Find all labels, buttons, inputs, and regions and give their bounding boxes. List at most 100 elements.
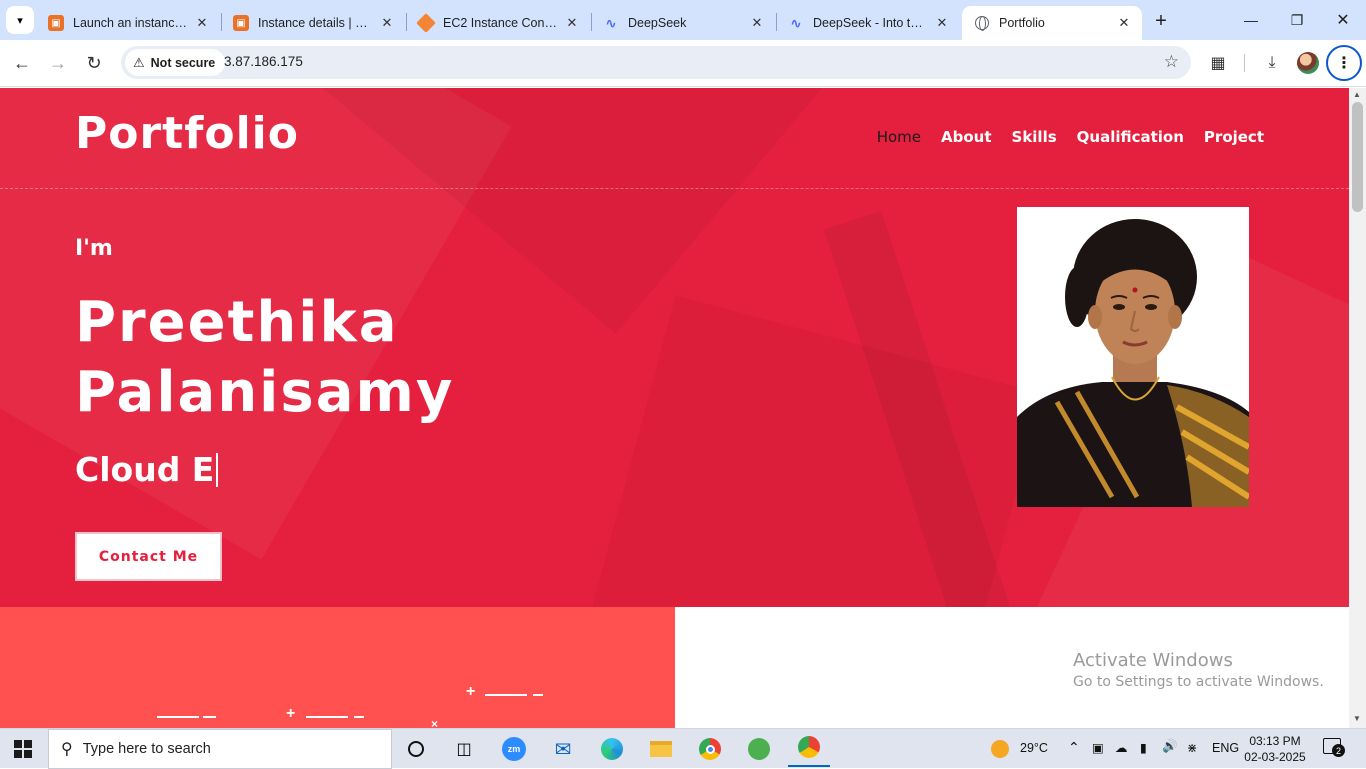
- browser-menu-button[interactable]: ⋮: [1326, 45, 1362, 81]
- nav-project[interactable]: Project: [1204, 128, 1264, 146]
- network-icon[interactable]: ☁: [1115, 740, 1128, 755]
- weather-icon[interactable]: [988, 737, 1012, 761]
- tab-title: DeepSeek - Into the U: [813, 16, 928, 30]
- close-window-button[interactable]: ✕: [1320, 0, 1366, 40]
- chrome-icon[interactable]: [698, 737, 722, 761]
- warning-triangle-icon: ⚠: [133, 54, 145, 70]
- browser-tab-strip: ▾ ▣ Launch an instance | E ✕ ▣ Instance …: [0, 0, 1366, 40]
- tab-title: Portfolio: [999, 16, 1045, 30]
- tab-search-button[interactable]: ▾: [6, 6, 34, 34]
- wifi-icon[interactable]: ⋇: [1187, 740, 1197, 755]
- close-tab-icon[interactable]: ✕: [934, 15, 950, 31]
- typing-cursor: [216, 453, 219, 487]
- forward-button[interactable]: →: [44, 49, 72, 77]
- scrollbar-thumb[interactable]: [1352, 102, 1363, 212]
- tab-ec2-instance-connect[interactable]: EC2 Instance Connect ✕: [406, 6, 590, 40]
- aws-icon: ▣: [48, 15, 64, 31]
- scroll-up-icon[interactable]: ▲: [1353, 90, 1361, 99]
- nav-skills[interactable]: Skills: [1012, 128, 1057, 146]
- page-scrollbar[interactable]: ▲ ▼: [1349, 88, 1366, 728]
- new-tab-button[interactable]: +: [1148, 8, 1174, 34]
- aws-icon: ▣: [233, 15, 249, 31]
- extensions-puzzle-icon[interactable]: ▦: [1206, 51, 1230, 75]
- profile-photo: [1017, 207, 1249, 507]
- tab-instance-details[interactable]: ▣ Instance details | EC2 ✕: [221, 6, 405, 40]
- zoom-app-icon[interactable]: zm: [502, 737, 526, 761]
- meet-now-icon[interactable]: ▣: [1092, 740, 1104, 755]
- site-logo[interactable]: Portfolio: [75, 108, 299, 159]
- download-icon[interactable]: ⤓: [1260, 51, 1284, 75]
- weather-temperature[interactable]: 29°C: [1020, 741, 1048, 755]
- green-app-icon[interactable]: [747, 737, 771, 761]
- notification-count: 2: [1332, 744, 1345, 757]
- tab-title: Launch an instance | E: [73, 16, 188, 30]
- tab-title: Instance details | EC2: [258, 16, 373, 30]
- tab-launch-instance[interactable]: ▣ Launch an instance | E ✕: [36, 6, 220, 40]
- watermark-subtitle: Go to Settings to activate Windows.: [1073, 674, 1324, 690]
- plus-decor-icon: +: [466, 683, 476, 700]
- typed-role: Cloud E: [75, 450, 219, 489]
- address-bar[interactable]: ⚠ Not secure 3.87.186.175 ☆: [121, 46, 1191, 79]
- back-button[interactable]: ←: [8, 49, 36, 77]
- url-text[interactable]: 3.87.186.175: [224, 54, 303, 69]
- tab-deepseek-into-the-unknown[interactable]: ∿ DeepSeek - Into the U ✕: [776, 6, 960, 40]
- cortana-circle-icon[interactable]: [404, 737, 428, 761]
- battery-icon[interactable]: ▮: [1140, 740, 1147, 755]
- contact-me-button[interactable]: Contact Me: [75, 532, 222, 581]
- edge-browser-icon[interactable]: [600, 737, 624, 761]
- nav-qualification[interactable]: Qualification: [1077, 128, 1184, 146]
- close-tab-icon[interactable]: ✕: [749, 15, 765, 31]
- deepseek-whale-icon: ∿: [605, 14, 617, 31]
- chevron-down-icon: ▾: [17, 14, 23, 27]
- clock-date: 02-03-2025: [1244, 750, 1306, 764]
- reload-button[interactable]: ↻: [80, 49, 108, 77]
- reload-icon: ↻: [86, 52, 102, 73]
- intro-text: I'm: [75, 236, 113, 261]
- file-explorer-icon[interactable]: [649, 737, 673, 761]
- security-label: Not secure: [150, 55, 216, 70]
- search-icon: ⚲: [61, 741, 73, 758]
- role-text: Cloud E: [75, 450, 215, 489]
- minimize-button[interactable]: —: [1228, 0, 1274, 40]
- scroll-down-icon[interactable]: ▼: [1353, 714, 1361, 723]
- chevron-up-icon[interactable]: ⌃: [1068, 739, 1080, 756]
- kebab-menu-icon: ⋮: [1336, 55, 1352, 72]
- header-divider: [0, 188, 1349, 189]
- input-language[interactable]: ENG: [1212, 741, 1239, 755]
- volume-icon[interactable]: 🔊: [1162, 739, 1178, 754]
- site-info-chip[interactable]: ⚠ Not secure: [125, 49, 226, 76]
- chrome-profile-active-icon[interactable]: [788, 729, 830, 767]
- globe-icon: [974, 15, 990, 31]
- nav-home[interactable]: Home: [877, 128, 921, 146]
- tab-portfolio[interactable]: Portfolio ✕: [962, 6, 1142, 40]
- profile-avatar[interactable]: [1297, 52, 1319, 74]
- nav-about[interactable]: About: [941, 128, 992, 146]
- restore-button[interactable]: ❐: [1274, 0, 1320, 40]
- page-viewport: Portfolio Home About Skills Qualificatio…: [0, 88, 1349, 728]
- windows-start-icon[interactable]: [14, 740, 32, 758]
- notification-center-icon[interactable]: 2: [1323, 738, 1345, 758]
- x-decor-icon: ×: [431, 717, 439, 728]
- hero-section: Portfolio Home About Skills Qualificatio…: [0, 88, 1349, 607]
- taskbar-clock[interactable]: 03:13 PM 02-03-2025: [1240, 733, 1310, 765]
- ec2-cube-icon: [416, 13, 436, 33]
- taskbar-search[interactable]: ⚲ Type here to search: [48, 729, 392, 769]
- tab-title: DeepSeek: [628, 16, 687, 30]
- plus-decor-icon: +: [286, 705, 296, 722]
- tab-title: EC2 Instance Connect: [443, 16, 558, 30]
- watermark-title: Activate Windows: [1073, 650, 1233, 671]
- close-tab-icon[interactable]: ✕: [1116, 15, 1132, 31]
- main-nav: Home About Skills Qualification Project: [877, 128, 1264, 146]
- task-view-icon[interactable]: ◫: [452, 737, 476, 761]
- bookmark-star-icon[interactable]: ☆: [1164, 52, 1179, 72]
- browser-toolbar: ← → ↻ ⚠ Not secure 3.87.186.175 ☆ ▦ ⤓ ⋮: [0, 40, 1366, 87]
- profile-photo-illustration: [1017, 207, 1249, 507]
- close-tab-icon[interactable]: ✕: [194, 15, 210, 31]
- mail-icon[interactable]: ✉: [551, 737, 575, 761]
- deepseek-whale-icon: ∿: [790, 14, 802, 31]
- close-tab-icon[interactable]: ✕: [564, 15, 580, 31]
- name-last: Palanisamy: [75, 360, 455, 425]
- tab-deepseek[interactable]: ∿ DeepSeek ✕: [591, 6, 775, 40]
- close-tab-icon[interactable]: ✕: [379, 15, 395, 31]
- name-first: Preethika: [75, 290, 399, 355]
